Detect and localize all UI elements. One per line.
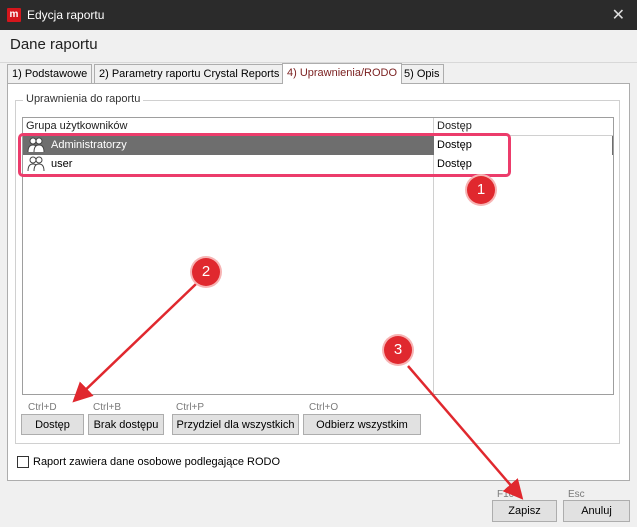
tab-uprawnienia-rodo[interactable]: 4) Uprawnienia/RODO bbox=[282, 63, 403, 84]
annotation-badge-3: 3 bbox=[384, 336, 412, 364]
arrow-3 bbox=[407, 365, 524, 500]
annotation-badge-1: 1 bbox=[467, 176, 495, 204]
annotation-badge-2: 2 bbox=[192, 258, 220, 286]
arrow-2 bbox=[72, 283, 197, 403]
